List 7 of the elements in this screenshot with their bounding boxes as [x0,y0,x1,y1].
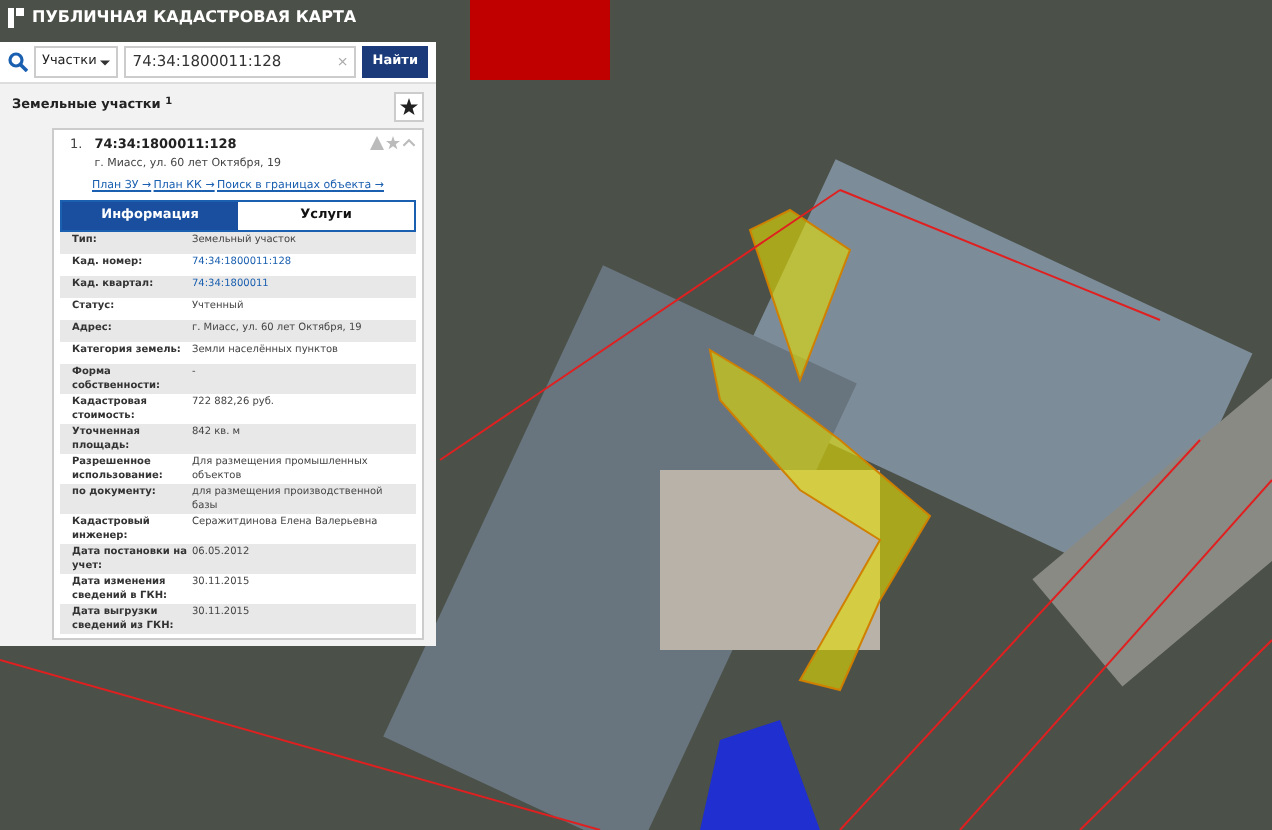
star-icon[interactable] [386,136,400,150]
logo-icon [8,8,24,28]
caret-icon [100,59,111,65]
favorite-button[interactable] [394,91,424,121]
app-title: ПУБЛИЧНАЯ КАДАСТРОВАЯ КАРТА [32,6,357,30]
search-icon[interactable] [8,52,28,72]
star-icon [400,97,418,115]
